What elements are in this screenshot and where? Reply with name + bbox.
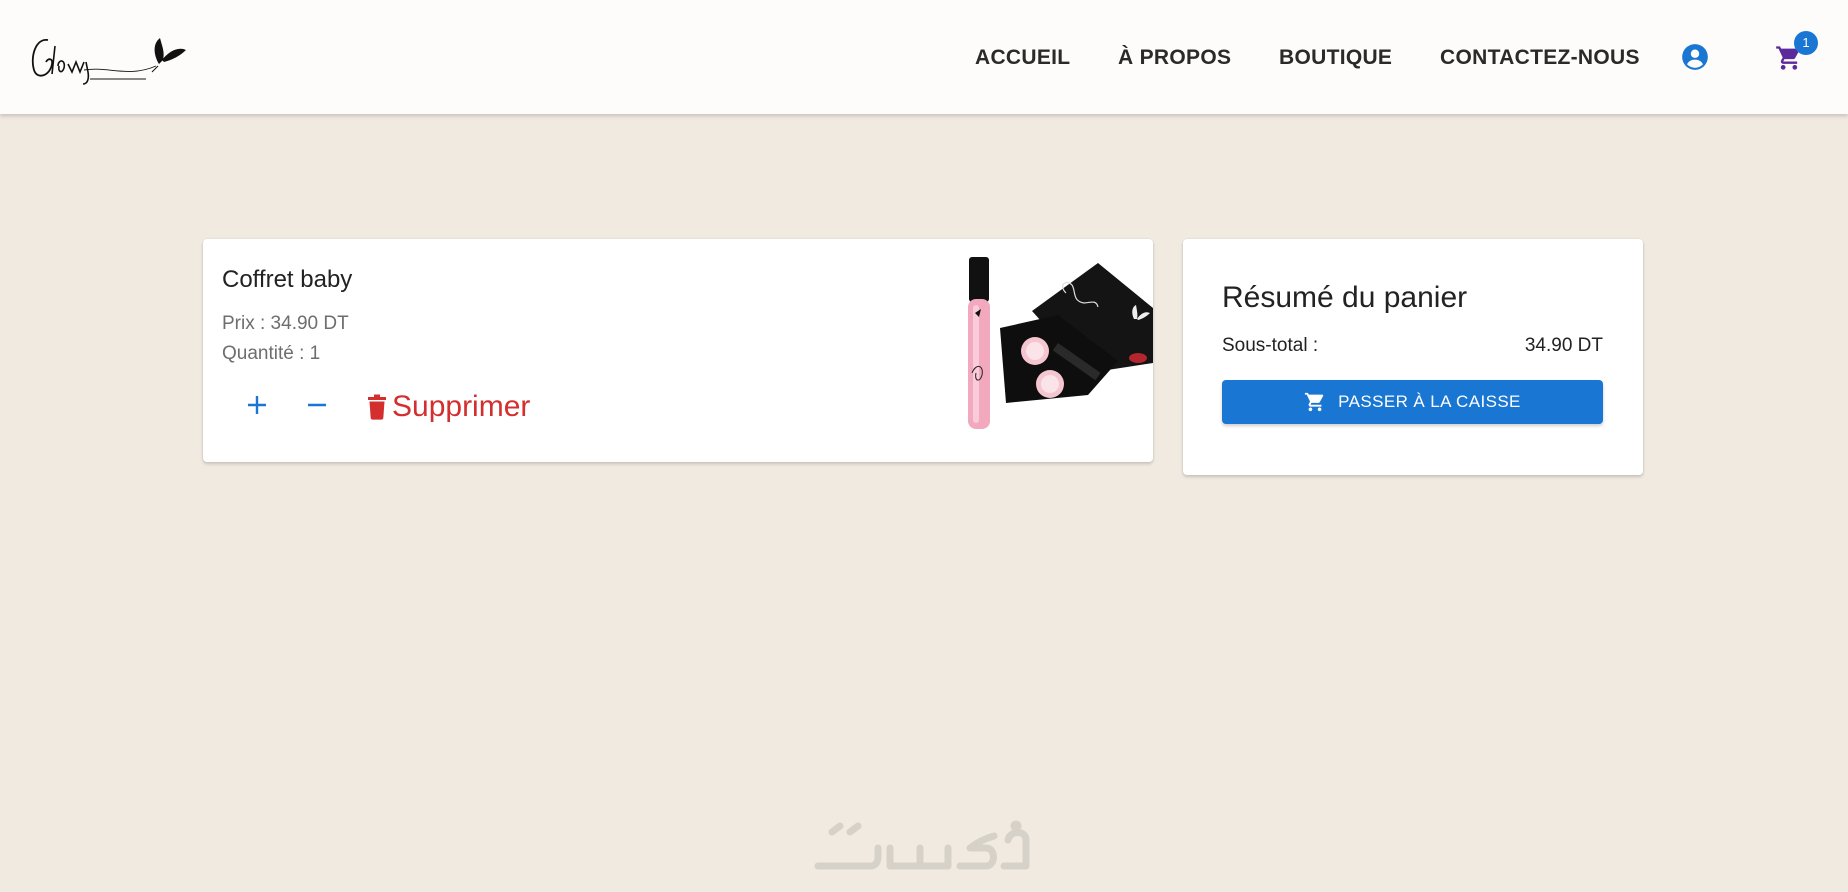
increment-quantity-button[interactable] [237,385,277,425]
summary-title: Résumé du panier [1222,281,1468,314]
account-button[interactable] [1681,43,1709,76]
watermark-logo [810,818,1035,878]
nav-link-a-propos[interactable]: À PROPOS [1118,46,1231,70]
shopping-cart-icon [1305,392,1324,412]
minus-icon [308,403,326,407]
checkout-button[interactable]: PASSER À LA CAISSE [1222,380,1603,424]
delete-item-button[interactable]: Supprimer [366,387,530,427]
cart-item-price: Prix : 34.90 DT [222,313,349,334]
top-navbar: ACCUEIL À PROPOS BOUTIQUE CONTACTEZ-NOUS… [0,0,1848,114]
product-image [948,253,1153,448]
cart-item-name: Coffret baby [222,266,353,293]
subtotal-value: 34.90 DT [1524,335,1603,356]
cart-item-card: Coffret baby Prix : 34.90 DT Quantité : … [203,239,1153,462]
cart-item-quantity: Quantité : 1 [222,343,321,364]
cart-summary-card: Résumé du panier Sous-total : 34.90 DT P… [1183,239,1643,475]
glowy-logo[interactable] [28,26,188,86]
nav-link-contactez-nous[interactable]: CONTACTEZ-NOUS [1440,46,1640,70]
delete-item-label: Supprimer [392,390,531,423]
nav-link-boutique[interactable]: BOUTIQUE [1279,46,1392,70]
decrement-quantity-button[interactable] [297,385,337,425]
plus-icon [248,396,266,414]
cart-count-badge: 1 [1794,31,1818,55]
subtotal-label: Sous-total : [1222,335,1319,356]
checkout-label: PASSER À LA CAISSE [1338,392,1521,411]
trash-icon [368,394,386,420]
account-circle-icon [1682,44,1708,70]
nav-link-accueil[interactable]: ACCUEIL [975,46,1070,70]
